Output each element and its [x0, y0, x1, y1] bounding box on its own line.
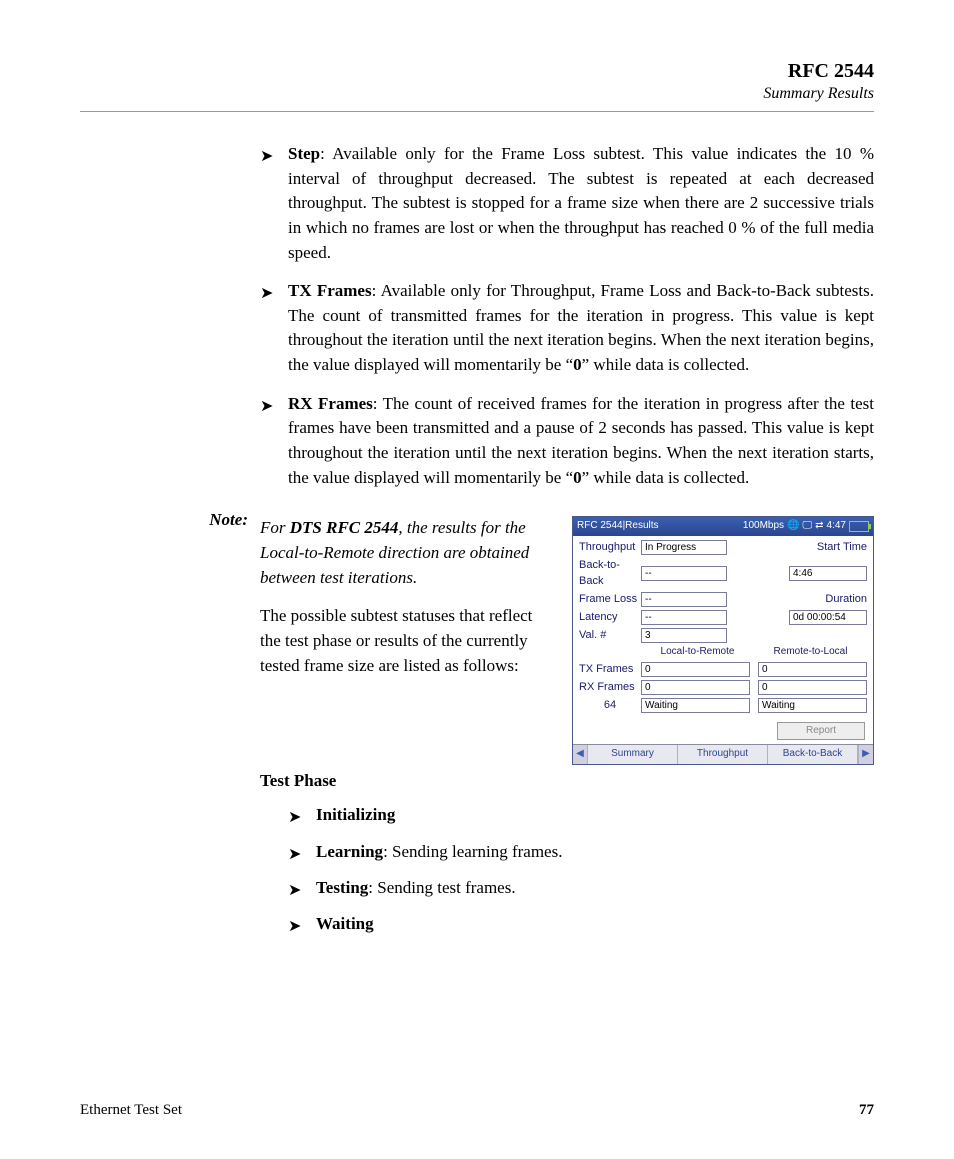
globe-icon: 🌐	[787, 519, 799, 534]
tab-prev-icon[interactable]: ◀	[573, 745, 588, 764]
desc: : Sending test frames.	[368, 878, 515, 897]
header-subtitle: Summary Results	[80, 85, 874, 103]
txframes-rtl-field[interactable]: 0	[758, 662, 867, 677]
term: Waiting	[316, 914, 374, 933]
desc: : Available only for the Frame Loss subt…	[288, 144, 874, 262]
note-label: Note:	[80, 510, 260, 948]
phase-initializing: ➤ Initializing	[288, 803, 874, 829]
footer-left: Ethernet Test Set	[80, 1102, 182, 1119]
phase-testing: ➤ Testing: Sending test frames.	[288, 876, 874, 902]
report-button[interactable]: Report	[777, 722, 865, 741]
header-title: RFC 2544	[80, 60, 874, 83]
zero: 0	[573, 355, 582, 374]
duration-field[interactable]: 0d 00:00:54	[789, 610, 867, 625]
link-icon: ⇄	[815, 519, 823, 534]
arrow-icon: ➤	[260, 142, 288, 265]
bullet-text: RX Frames: The count of received frames …	[288, 392, 874, 491]
note-body: For DTS RFC 2544, the results for the Lo…	[260, 510, 874, 948]
throughput-label: Throughput	[579, 540, 641, 556]
test-phase-heading: Test Phase	[260, 769, 874, 794]
starttime-label: Start Time	[817, 540, 867, 556]
device-titlebar: RFC 2544|Results 100Mbps 🌐 🖵 ⇄ 4:47	[573, 517, 873, 536]
phase-learning: ➤ Learning: Sending learning frames.	[288, 840, 874, 866]
bullet-step: ➤ Step: Available only for the Frame Los…	[260, 142, 874, 265]
term: RX Frames	[288, 394, 373, 413]
status-paragraph: The possible subtest statuses that refle…	[260, 604, 554, 678]
speed-label: 100Mbps	[743, 519, 784, 534]
device-title-text: RFC 2544|Results	[577, 519, 659, 534]
page-footer: Ethernet Test Set 77	[80, 1102, 874, 1119]
ltr-header: Local-to-Remote	[641, 645, 754, 660]
note-row: Note: For DTS RFC 2544, the results for …	[80, 510, 874, 948]
status-ltr-field[interactable]: Waiting	[641, 698, 750, 713]
duration-label: Duration	[825, 592, 867, 608]
rtl-header: Remote-to-Local	[754, 645, 867, 660]
latency-label: Latency	[579, 610, 641, 626]
desc-after: ” while data is collected.	[582, 355, 750, 374]
tab-throughput[interactable]: Throughput	[678, 745, 768, 764]
tab-summary[interactable]: Summary	[588, 745, 678, 764]
status-rtl-field[interactable]: Waiting	[758, 698, 867, 713]
note-pre: For	[260, 518, 290, 537]
valnum-field[interactable]: 3	[641, 628, 727, 643]
term: Initializing	[316, 805, 395, 824]
clock-time: 4:47	[827, 519, 846, 534]
txframes-ltr-field[interactable]: 0	[641, 662, 750, 677]
starttime-field[interactable]: 4:46	[789, 566, 867, 581]
arrow-icon: ➤	[288, 840, 316, 866]
term: Learning	[316, 842, 383, 861]
bullet-text: TX Frames: Available only for Throughput…	[288, 279, 874, 378]
note-bold: DTS RFC 2544	[290, 518, 399, 537]
rxframes-ltr-field[interactable]: 0	[641, 680, 750, 695]
arrow-icon: ➤	[288, 876, 316, 902]
main-content: ➤ Step: Available only for the Frame Los…	[260, 142, 874, 490]
desc-after: ” while data is collected.	[582, 468, 750, 487]
bullet-rxframes: ➤ RX Frames: The count of received frame…	[260, 392, 874, 491]
term: TX Frames	[288, 281, 372, 300]
screen-icon: 🖵	[803, 519, 813, 534]
tab-next-icon[interactable]: ▶	[858, 745, 873, 764]
bullet-txframes: ➤ TX Frames: Available only for Throughp…	[260, 279, 874, 378]
zero: 0	[573, 468, 582, 487]
tab-back-to-back[interactable]: Back-to-Back	[768, 745, 858, 764]
rxframes-label: RX Frames	[579, 680, 641, 696]
arrow-icon: ➤	[288, 912, 316, 938]
throughput-field[interactable]: In Progress	[641, 540, 727, 555]
arrow-icon: ➤	[288, 803, 316, 829]
bullet-text: Step: Available only for the Frame Loss …	[288, 142, 874, 265]
phase-waiting: ➤ Waiting	[288, 912, 874, 938]
desc: : Sending learning frames.	[383, 842, 562, 861]
latency-field[interactable]: --	[641, 610, 727, 625]
device-screenshot: RFC 2544|Results 100Mbps 🌐 🖵 ⇄ 4:47 Th	[572, 516, 874, 764]
page-header: RFC 2544 Summary Results	[80, 60, 874, 112]
device-tabbar: ◀ Summary Throughput Back-to-Back ▶	[573, 744, 873, 764]
page-number: 77	[859, 1102, 874, 1119]
battery-icon	[849, 521, 869, 532]
b2b-field[interactable]: --	[641, 566, 727, 581]
arrow-icon: ➤	[260, 279, 288, 378]
term: Testing	[316, 878, 368, 897]
term: Step	[288, 144, 320, 163]
frameloss-label: Frame Loss	[579, 592, 641, 608]
rxframes-rtl-field[interactable]: 0	[758, 680, 867, 695]
b2b-label: Back-to-Back	[579, 558, 641, 590]
framesize-label: 64	[579, 698, 641, 714]
valnum-label: Val. #	[579, 628, 641, 644]
frameloss-field[interactable]: --	[641, 592, 727, 607]
txframes-label: TX Frames	[579, 662, 641, 678]
arrow-icon: ➤	[260, 392, 288, 491]
